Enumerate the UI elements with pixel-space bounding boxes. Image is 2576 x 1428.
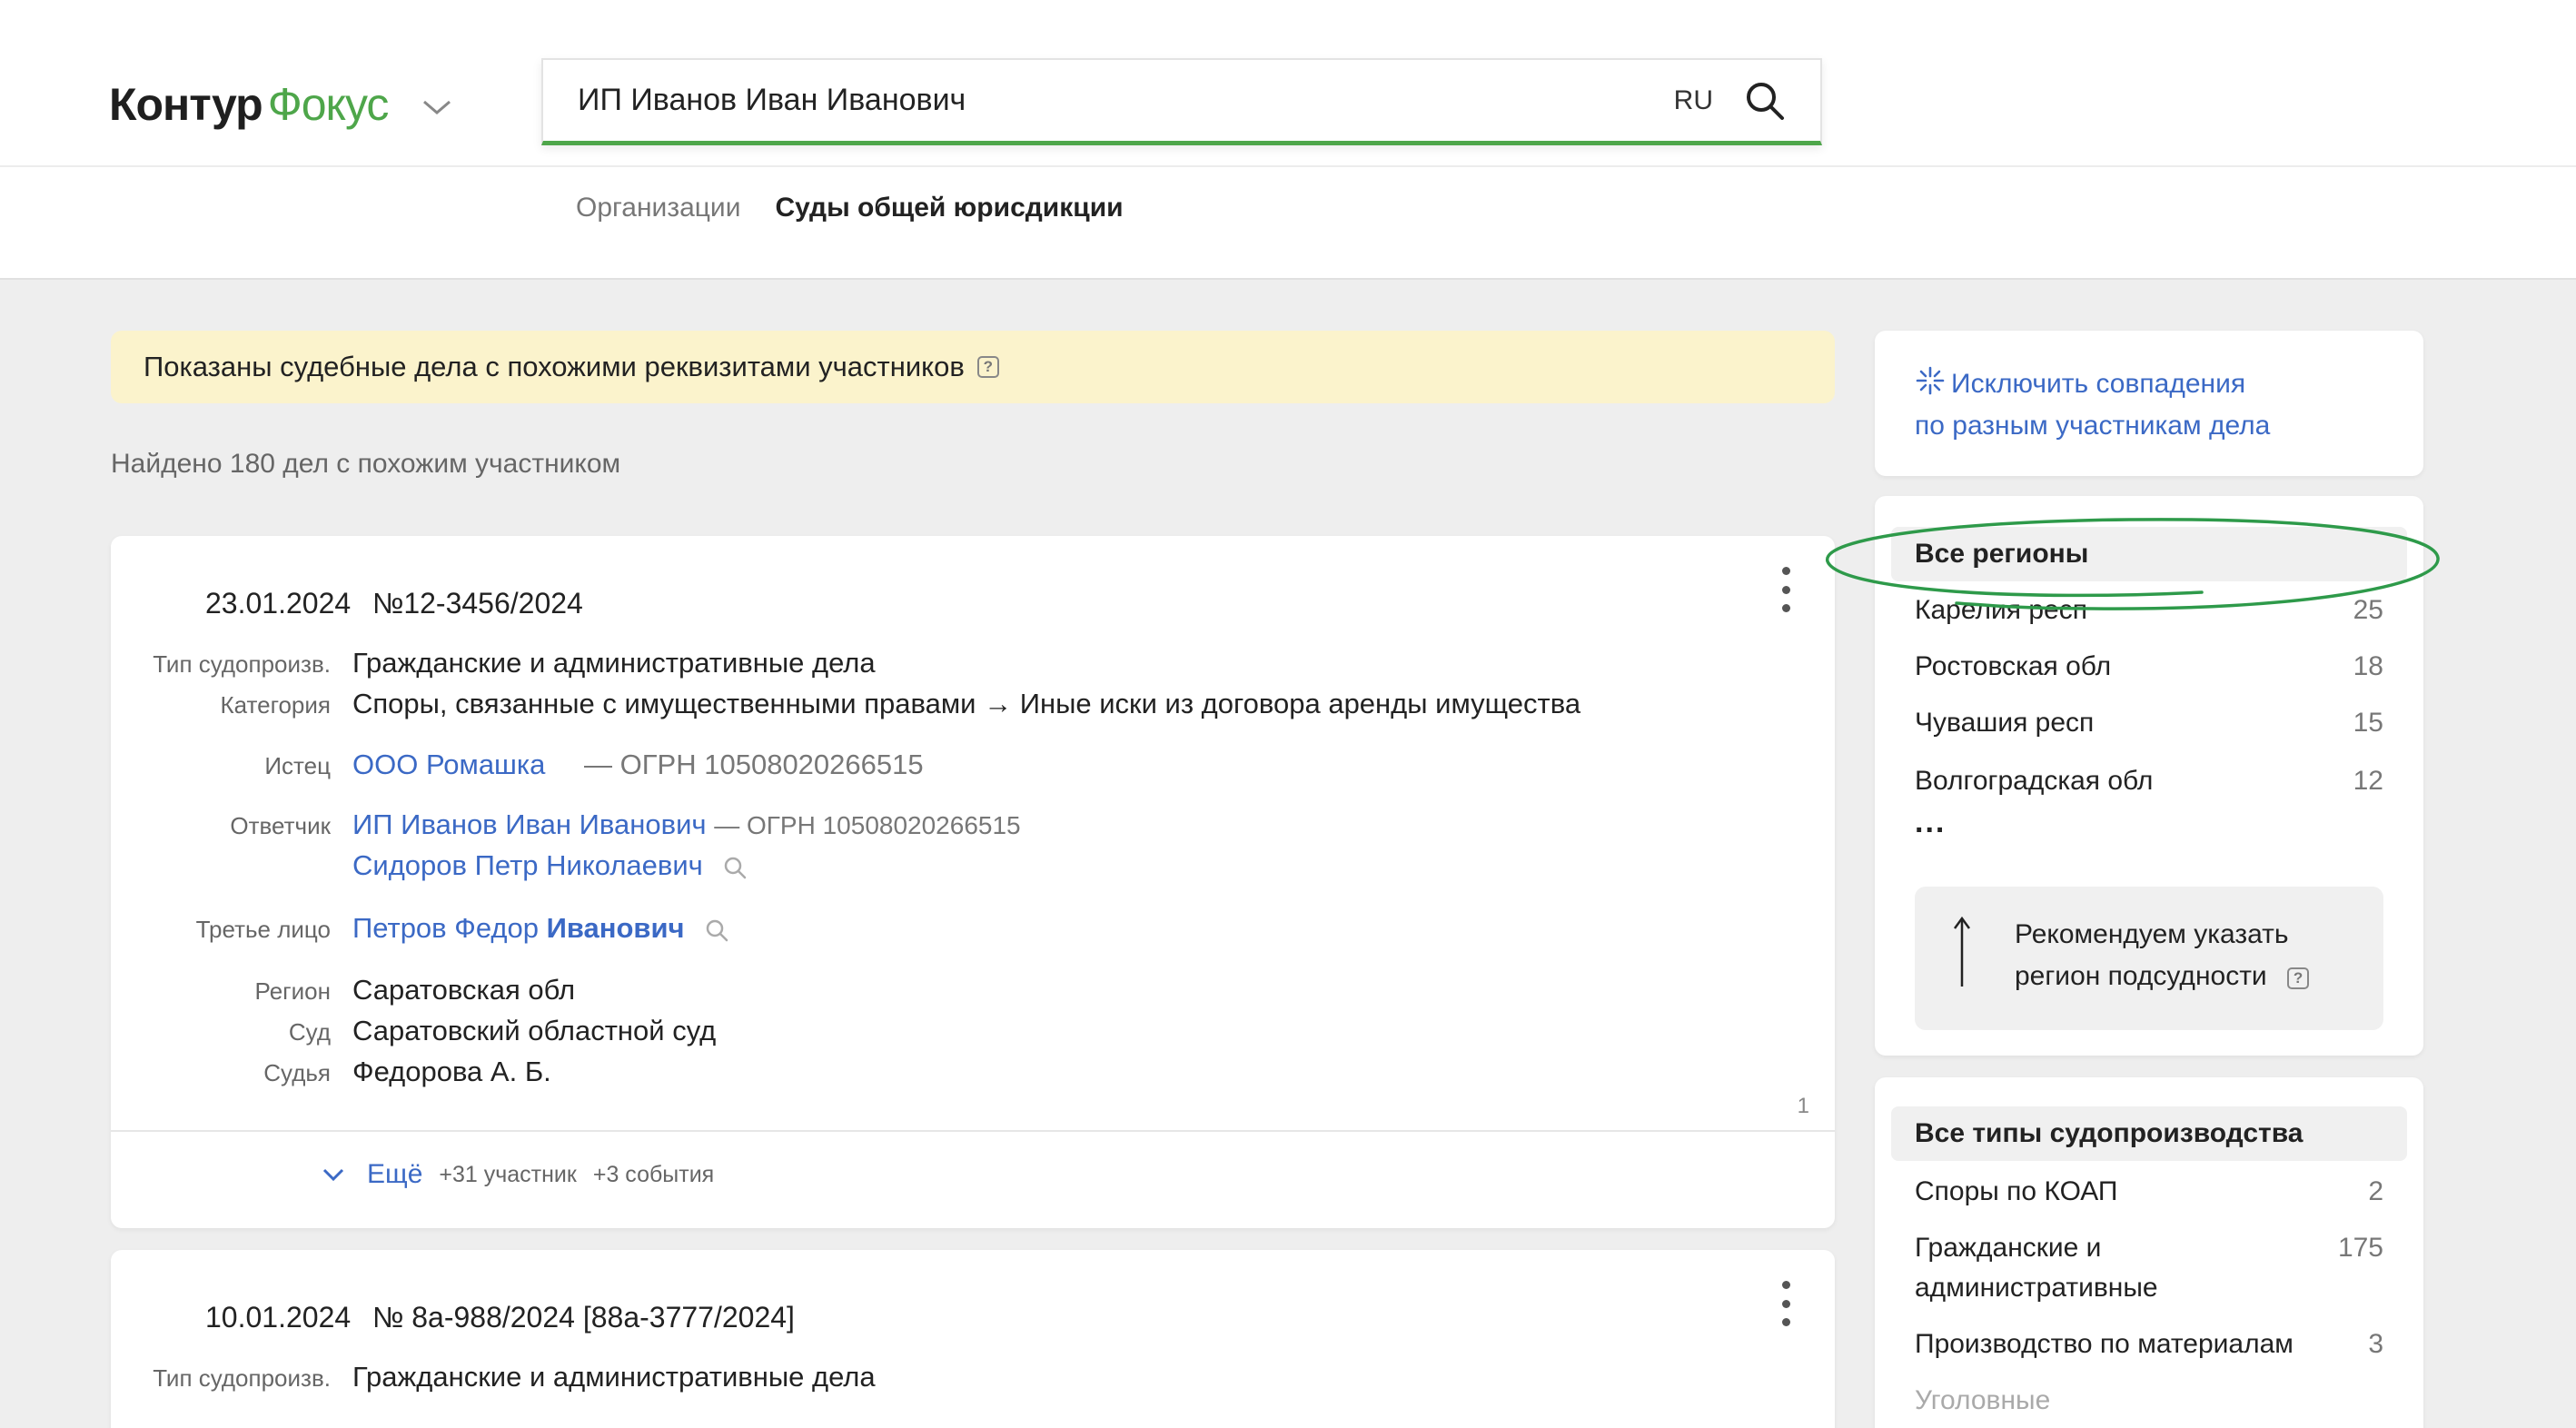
kebab-menu-icon[interactable] [1777, 567, 1795, 612]
tab-organizations[interactable]: Организации [576, 193, 740, 223]
defendant-label: Ответчик [230, 812, 331, 839]
region-option[interactable]: Чувашия респ 15 [1915, 703, 2383, 743]
expand-more[interactable]: Ещё +31 участник +3 события [320, 1159, 714, 1190]
plaintiff-ogrn: — ОГРН 10508020266515 [584, 749, 924, 780]
case-header: 10.01.2024 № 8а-988/2024 [88а-3777/2024] [205, 1301, 795, 1334]
search-icon[interactable] [703, 917, 730, 944]
exclude-panel: Исключить совпадения по разным участника… [1875, 331, 2423, 476]
case-number[interactable]: №12-3456/2024 [372, 587, 583, 620]
recommend-text: Рекомендуем указать регион подсудности ? [2015, 914, 2310, 997]
logo[interactable]: Контур Фокус [109, 73, 455, 136]
search-icon[interactable] [1744, 80, 1786, 122]
region-label: Регион [254, 977, 331, 1005]
case-number[interactable]: № 8а-988/2024 [88а-3777/2024] [372, 1301, 795, 1334]
search-input[interactable] [543, 60, 1674, 141]
help-icon[interactable]: ? [976, 356, 999, 378]
case-type-value: Гражданские и административные дела [352, 647, 876, 679]
card-divider [111, 1130, 1835, 1132]
case-type-value: Гражданские и административные дела [352, 1361, 876, 1393]
sparkle-icon [1916, 366, 1945, 395]
category-row: Категория Споры, связанные с имущественн… [111, 688, 1580, 720]
chevron-down-icon [322, 1168, 344, 1182]
defendant2-row: Сидоров Петр Николаевич [111, 849, 748, 882]
results-count: Найдено 180 дел с похожим участником [111, 449, 621, 479]
region-option[interactable]: Карелия респ 25 [1915, 590, 2383, 630]
type-option[interactable]: Гражданские и административные 175 [1915, 1228, 2383, 1308]
similar-notice: Показаны судебные дела с похожими реквиз… [111, 331, 1835, 403]
case-card: 23.01.2024 №12-3456/2024 Тип судопроизв. … [111, 536, 1835, 1228]
court-row: Суд Саратовский областной суд [111, 1015, 716, 1047]
notice-text: Показаны судебные дела с похожими реквиз… [144, 351, 965, 382]
court-value: Саратовский областной суд [352, 1015, 717, 1046]
case-type-row: Тип судопроизв. Гражданские и администра… [111, 647, 876, 679]
header: КонтурФокус RU Организации Суды общей юр… [0, 0, 2576, 280]
case-date: 23.01.2024 [205, 587, 352, 620]
defendant-row: Ответчик ИП Иванов Иван Иванович — ОГРН … [111, 808, 1021, 841]
region-option[interactable]: Волгоградская обл 12 [1915, 761, 2383, 801]
category-label: Категория [220, 691, 331, 719]
search-icon[interactable] [721, 854, 748, 881]
judge-row: Судья Федорова А. Б. [111, 1056, 551, 1088]
type-option[interactable]: Производство по материалам 3 [1915, 1324, 2383, 1364]
defendant2-link[interactable]: Сидоров Петр Николаевич [352, 849, 703, 881]
regions-more[interactable]: ... [1915, 805, 1946, 840]
tabs: Организации Суды общей юрисдикции [576, 193, 1124, 223]
case-type-label: Тип судопроизв. [153, 1364, 331, 1392]
plaintiff-row: Истец ООО Ромашка — ОГРН 10508020266515 [111, 749, 924, 781]
region-value: Саратовская обл [352, 974, 576, 1006]
plaintiff-label: Истец [264, 752, 331, 779]
case-type-row: Тип судопроизв. Гражданские и администра… [111, 1361, 876, 1393]
court-types-filter: Все типы судопроизводства Споры по КОАП 2… [1875, 1077, 2423, 1428]
judge-value: Федорова А. Б. [352, 1056, 551, 1087]
defendant-ogrn: — ОГРН 10508020266515 [714, 811, 1021, 839]
chevron-down-icon[interactable] [419, 89, 455, 125]
third-party-row: Третье лицо Петров Федор Иванович [111, 912, 730, 945]
more-link[interactable]: Ещё [367, 1159, 422, 1190]
category-value: Споры, связанные с имущественными правам… [352, 688, 1581, 719]
defendant-link[interactable]: ИП Иванов Иван Иванович [352, 808, 707, 840]
third-party-link[interactable]: Петров Федор Иванович [352, 912, 685, 944]
logo-part-kontur: Контур [109, 79, 263, 130]
card-index: 1 [1797, 1094, 1809, 1118]
search-box: RU [541, 58, 1822, 145]
all-types-option[interactable]: Все типы судопроизводства [1891, 1106, 2407, 1161]
case-type-label: Тип судопроизв. [153, 650, 331, 678]
exclude-matches-link[interactable]: Исключить совпадения по разным участника… [1915, 363, 2270, 447]
tab-general-courts[interactable]: Суды общей юрисдикции [775, 193, 1123, 223]
more-events: +3 события [592, 1161, 715, 1187]
all-regions-option[interactable]: Все регионы [1891, 527, 2407, 581]
case-date: 10.01.2024 [205, 1301, 352, 1334]
logo-part-fokus: Фокус [267, 79, 390, 130]
type-option: Уголовные [1915, 1385, 2051, 1415]
arrow-up-icon [1953, 916, 1971, 987]
recommend-region-hint: Рекомендуем указать регион подсудности ? [1915, 887, 2383, 1030]
region-option[interactable]: Ростовская обл 18 [1915, 647, 2383, 687]
header-divider [0, 165, 2576, 167]
case-header: 23.01.2024 №12-3456/2024 [205, 587, 583, 620]
third-party-label: Третье лицо [195, 916, 331, 943]
case-card: 10.01.2024 № 8а-988/2024 [88а-3777/2024] … [111, 1250, 1835, 1428]
help-icon[interactable]: ? [2287, 967, 2310, 989]
more-participants: +31 участник [439, 1161, 577, 1187]
region-row: Регион Саратовская обл [111, 974, 576, 1007]
plaintiff-link[interactable]: ООО Ромашка [352, 749, 545, 780]
judge-label: Судья [263, 1059, 331, 1086]
court-label: Суд [288, 1018, 331, 1046]
type-option[interactable]: Споры по КОАП 2 [1915, 1172, 2383, 1212]
language-switch[interactable]: RU [1674, 85, 1713, 116]
kebab-menu-icon[interactable] [1777, 1281, 1795, 1326]
regions-filter: Все регионы Карелия респ 25 Ростовская об… [1875, 496, 2423, 1056]
